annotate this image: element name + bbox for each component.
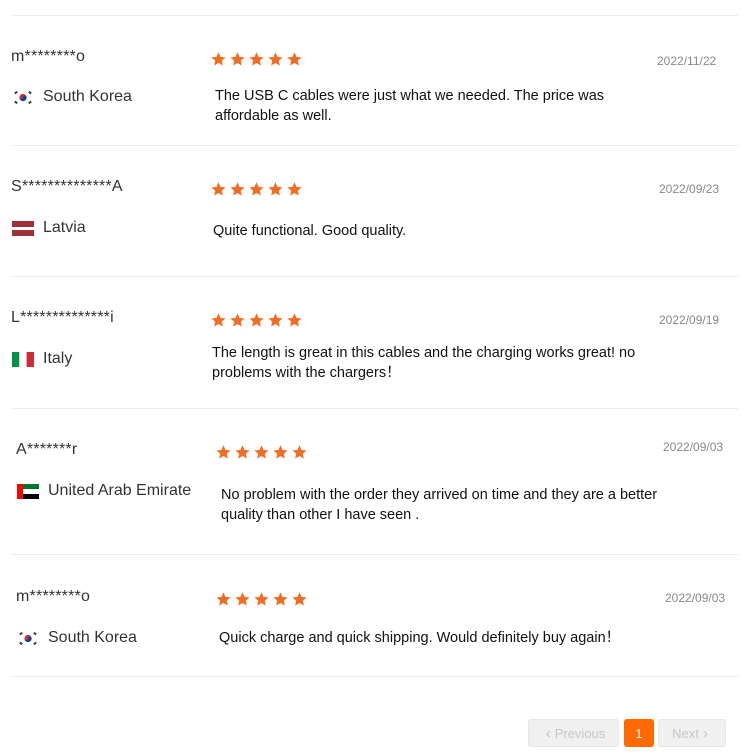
- star-icon: [273, 445, 288, 459]
- star-icon: [292, 445, 307, 459]
- star-icon: [211, 313, 226, 327]
- next-page-button[interactable]: Next ›: [658, 719, 726, 747]
- south-korea-flag-icon: [12, 89, 34, 105]
- country-label: South Korea: [43, 88, 132, 105]
- star-icon: [249, 182, 264, 196]
- star-icon: [216, 592, 231, 606]
- star-rating: [210, 51, 303, 68]
- star-rating: [215, 444, 308, 461]
- review-divider: [12, 676, 738, 677]
- chevron-right-icon: ›: [702, 724, 708, 742]
- star-icon: [249, 313, 264, 327]
- reviewer-country: United Arab Emirate: [17, 482, 191, 500]
- south-korea-flag-icon: [17, 630, 39, 646]
- chevron-left-icon: ‹: [545, 724, 551, 742]
- uae-flag-icon: [17, 483, 39, 499]
- reviewer-name: S**************A: [11, 178, 123, 195]
- previous-page-button[interactable]: ‹ Previous: [528, 719, 619, 747]
- star-icon: [273, 592, 288, 606]
- star-icon: [287, 313, 302, 327]
- star-icon: [211, 52, 226, 66]
- star-icon: [268, 182, 283, 196]
- review-text: No problem with the order they arrived o…: [221, 487, 658, 523]
- star-icon: [230, 52, 245, 66]
- review-date: 2022/09/23: [659, 182, 720, 196]
- star-icon: [235, 445, 250, 459]
- country-label: Latvia: [43, 219, 86, 236]
- review-date: 2022/09/03: [663, 440, 724, 454]
- star-icon: [268, 52, 283, 66]
- star-icon: [254, 592, 269, 606]
- review-text: Quick charge and quick shipping. Would d…: [219, 630, 621, 646]
- page-number-button[interactable]: 1: [624, 719, 654, 747]
- reviewer-name: m********o: [11, 48, 86, 65]
- top-divider: [12, 15, 738, 16]
- review-text: The length is great in this cables and t…: [212, 345, 636, 381]
- review-divider: [12, 408, 738, 409]
- reviewer-country: South Korea: [12, 88, 132, 106]
- star-icon: [235, 592, 250, 606]
- reviewer-name: m********o: [16, 588, 91, 605]
- review-divider: [12, 276, 738, 277]
- star-icon: [211, 182, 226, 196]
- star-icon: [230, 313, 245, 327]
- review-date: 2022/11/22: [657, 54, 717, 68]
- review-text: The USB C cables were just what we neede…: [215, 88, 605, 124]
- star-icon: [216, 445, 231, 459]
- star-rating: [210, 312, 303, 329]
- review-divider: [12, 554, 738, 555]
- review-divider: [12, 145, 738, 146]
- star-icon: [268, 313, 283, 327]
- reviewer-name: A*******r: [16, 441, 78, 458]
- reviewer-country: South Korea: [17, 629, 137, 647]
- country-label: United Arab Emirate: [48, 482, 192, 499]
- previous-label: Previous: [554, 725, 606, 741]
- reviewer-name: L**************i: [11, 309, 114, 326]
- star-icon: [230, 182, 245, 196]
- italy-flag-icon: [12, 351, 34, 367]
- reviewer-country: Latvia: [12, 219, 86, 237]
- star-icon: [287, 52, 302, 66]
- star-rating: [215, 591, 308, 608]
- reviewer-country: Italy: [12, 350, 72, 368]
- star-icon: [287, 182, 302, 196]
- star-icon: [249, 52, 264, 66]
- country-label: South Korea: [48, 629, 137, 646]
- review-text: Quite functional. Good quality.: [213, 223, 407, 239]
- review-date: 2022/09/03: [665, 591, 726, 605]
- country-label: Italy: [43, 350, 73, 367]
- review-date: 2022/09/19: [659, 313, 720, 327]
- next-label: Next: [672, 725, 699, 741]
- star-icon: [292, 592, 307, 606]
- star-rating: [210, 181, 303, 198]
- latvia-flag-icon: [12, 220, 34, 236]
- star-icon: [254, 445, 269, 459]
